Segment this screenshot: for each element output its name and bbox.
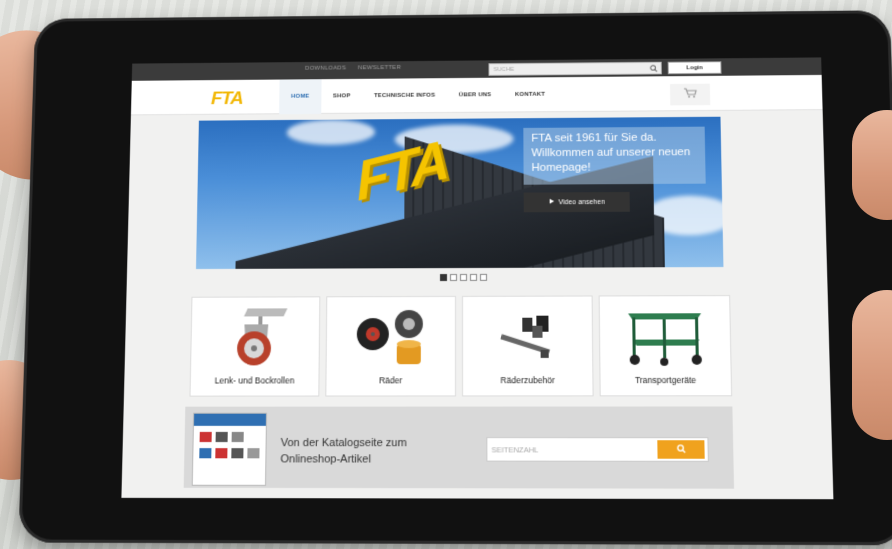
catalog-text-line1: Von der Katalogseite zum bbox=[280, 437, 407, 450]
nav-item-kontakt[interactable]: KONTAKT bbox=[503, 77, 557, 112]
right-hand-top bbox=[852, 110, 892, 220]
downloads-link[interactable]: DOWNLOADS bbox=[305, 66, 346, 72]
main-nav: HOME SHOP TECHNISCHE INFOS ÜBER UNS KONT… bbox=[279, 77, 557, 115]
category-label: Lenk- und Bockrollen bbox=[214, 375, 295, 386]
login-button[interactable]: Login bbox=[667, 61, 722, 75]
transport-cart-icon bbox=[600, 304, 731, 371]
wheels-icon bbox=[327, 305, 455, 371]
catalog-lookup-bar: Von der Katalogseite zum Onlineshop-Arti… bbox=[183, 406, 735, 489]
fta-logo[interactable]: FTA bbox=[211, 89, 243, 110]
page-number-search-button[interactable] bbox=[657, 440, 705, 459]
catalog-cover-element bbox=[231, 448, 244, 459]
catalog-cover-element bbox=[231, 431, 244, 443]
cloud bbox=[286, 119, 376, 146]
tablet-device: DOWNLOADS NEWSLETTER SUCHE Login FTA HOM… bbox=[18, 10, 892, 546]
right-hand-bottom bbox=[852, 290, 892, 440]
category-tile-transportgeraete[interactable]: Transportgeräte bbox=[598, 295, 733, 397]
category-label: Räderzubehör bbox=[500, 375, 555, 386]
page-number-input[interactable]: SEITENZAHL bbox=[487, 445, 657, 454]
catalog-cover-element bbox=[199, 448, 212, 459]
catalog-cover-header bbox=[193, 413, 267, 426]
hero-banner: FTA FTA seit 1961 für Sie da. Willkommen… bbox=[195, 116, 724, 270]
caster-icon bbox=[191, 305, 319, 371]
slider-dot[interactable] bbox=[440, 274, 448, 282]
cart-icon bbox=[683, 86, 697, 104]
slider-dots bbox=[440, 273, 488, 282]
catalog-cover-element bbox=[247, 448, 260, 459]
category-tiles: Lenk- und Bockrollen Räder Räderzubehör … bbox=[189, 295, 733, 397]
slider-dot[interactable] bbox=[479, 273, 488, 281]
nav-item-technische-infos[interactable]: TECHNISCHE INFOS bbox=[362, 78, 447, 113]
page-number-search[interactable]: SEITENZAHL bbox=[486, 437, 709, 462]
catalog-text-line2: Onlineshop-Artikel bbox=[280, 453, 371, 466]
cart-button[interactable] bbox=[669, 83, 711, 106]
wheel-accessories-icon bbox=[463, 305, 592, 372]
play-icon bbox=[548, 198, 554, 206]
search-icon bbox=[676, 440, 686, 458]
search-icon[interactable] bbox=[647, 63, 661, 74]
catalog-text: Von der Katalogseite zum Onlineshop-Arti… bbox=[280, 435, 407, 468]
slider-dot[interactable] bbox=[469, 273, 478, 281]
slider-dot[interactable] bbox=[450, 274, 458, 281]
catalog-cover-element bbox=[215, 448, 228, 459]
catalog-cover-element bbox=[215, 431, 228, 443]
slider-dot[interactable] bbox=[459, 273, 468, 281]
category-label: Räder bbox=[378, 375, 403, 386]
newsletter-link[interactable]: NEWSLETTER bbox=[358, 65, 401, 71]
category-tile-raederzubehoer[interactable]: Räderzubehör bbox=[462, 295, 594, 397]
category-label: Transportgeräte bbox=[634, 374, 697, 386]
nav-item-home[interactable]: HOME bbox=[279, 79, 322, 115]
search-box[interactable]: SUCHE bbox=[488, 61, 662, 76]
hero-headline: FTA seit 1961 für Sie da. Willkommen auf… bbox=[523, 126, 706, 185]
catalog-cover-element bbox=[199, 431, 212, 443]
nav-item-shop[interactable]: SHOP bbox=[321, 79, 362, 114]
video-button[interactable]: Video ansehen bbox=[523, 191, 630, 213]
search-input[interactable]: SUCHE bbox=[490, 65, 647, 72]
main-navbar: FTA HOME SHOP TECHNISCHE INFOS ÜBER UNS … bbox=[130, 74, 823, 116]
logo-text: FTA bbox=[210, 88, 243, 109]
tablet-screen: DOWNLOADS NEWSLETTER SUCHE Login FTA HOM… bbox=[121, 57, 834, 500]
video-button-label: Video ansehen bbox=[558, 198, 605, 206]
category-tile-raeder[interactable]: Räder bbox=[325, 295, 456, 397]
nav-item-ueber-uns[interactable]: ÜBER UNS bbox=[447, 78, 503, 113]
catalog-cover-image bbox=[191, 412, 268, 486]
utility-links: DOWNLOADS NEWSLETTER bbox=[305, 65, 401, 72]
category-tile-lenk-bockrollen[interactable]: Lenk- und Bockrollen bbox=[189, 296, 321, 397]
